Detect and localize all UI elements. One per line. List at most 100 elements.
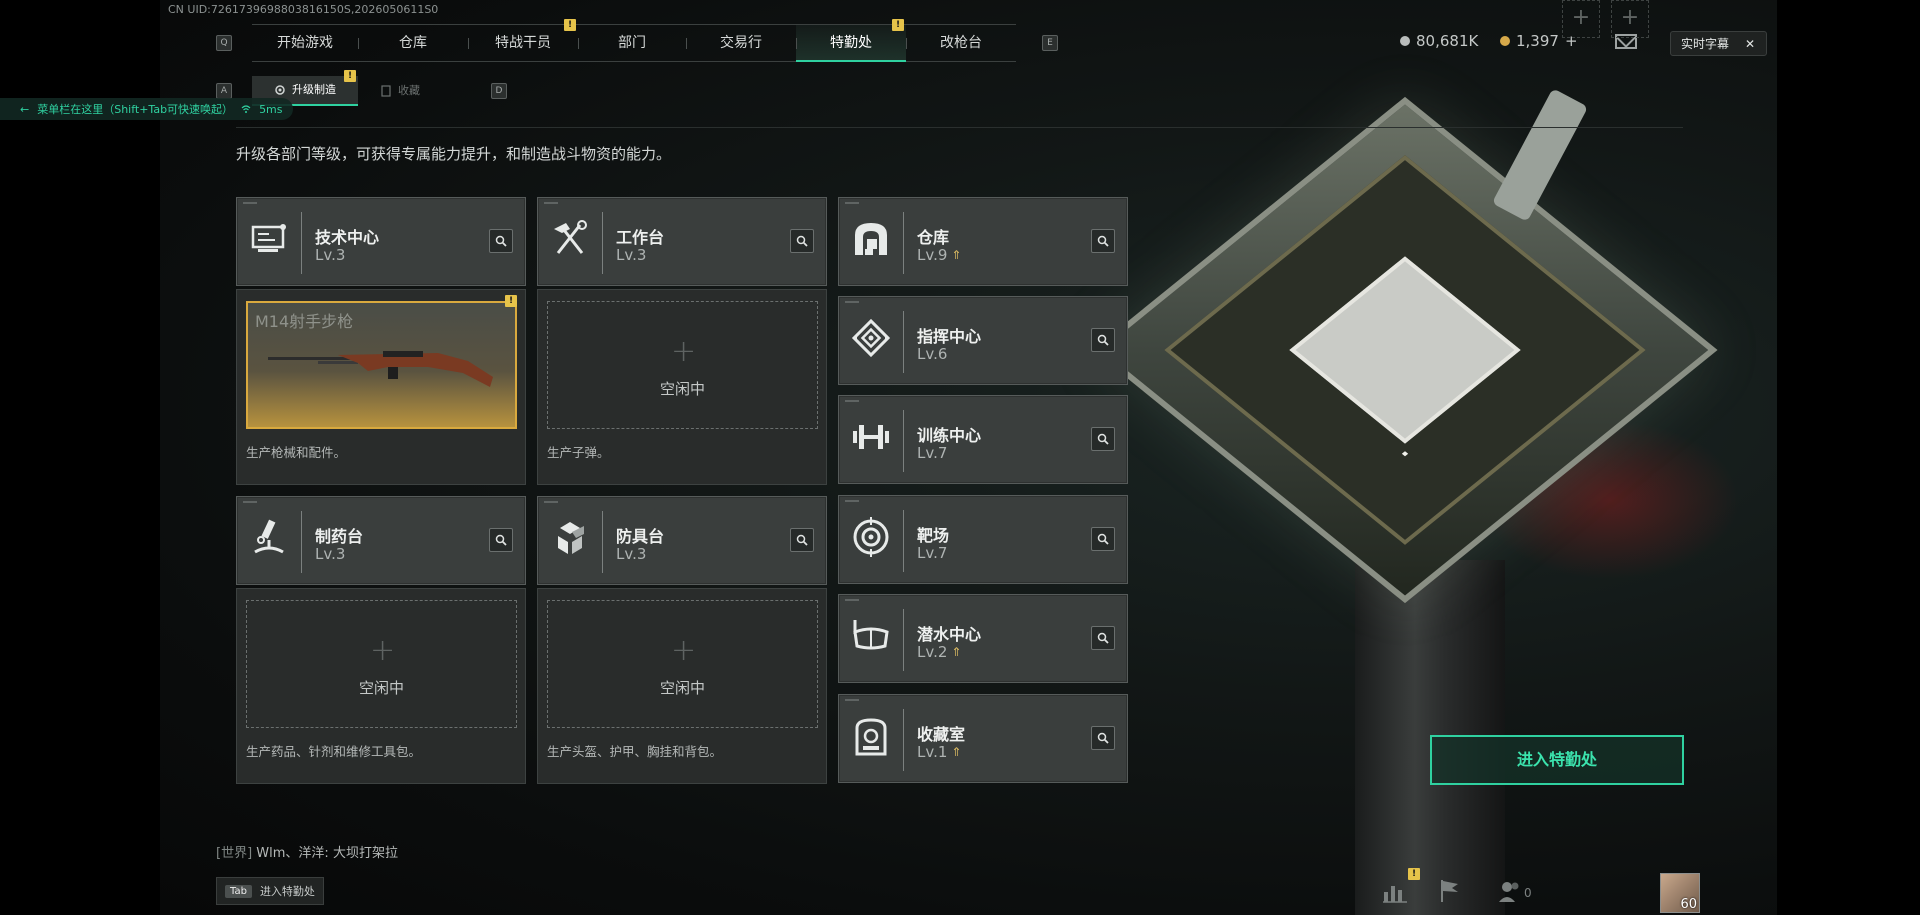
- production-panel-pharmacy[interactable]: + 空闲中 生产药品、针剂和维修工具包。: [236, 588, 526, 784]
- divider: [236, 127, 1683, 128]
- search-icon[interactable]: [1091, 328, 1115, 352]
- friends-icon[interactable]: [1497, 878, 1523, 904]
- tab-gunsmith[interactable]: 改枪台: [906, 25, 1016, 62]
- workshop-card-workbench[interactable]: 工作台 Lv.3: [537, 197, 827, 286]
- department-level: Lv.2 ⇑: [917, 643, 962, 661]
- coin-icon: [1400, 36, 1410, 46]
- subtab-collection[interactable]: 收藏: [358, 76, 442, 106]
- close-icon[interactable]: ✕: [1745, 37, 1755, 51]
- department-level: Lv.7: [917, 444, 948, 462]
- command-center-icon: [851, 318, 891, 358]
- production-slot-idle[interactable]: + 空闲中: [547, 301, 818, 429]
- add-slot-button[interactable]: +: [1562, 0, 1600, 38]
- rifle-icon: [268, 351, 493, 387]
- notif-badge-icon: !: [505, 295, 517, 307]
- storage-icon: [855, 223, 887, 255]
- production-slot-idle[interactable]: + 空闲中: [547, 600, 818, 728]
- production-slot-idle[interactable]: + 空闲中: [246, 600, 517, 728]
- workshop-card-armor-bench[interactable]: 防具台 Lv.3: [537, 496, 827, 585]
- page-description: 升级各部门等级，可获得专属能力提升，和制造战斗物资的能力。: [236, 145, 672, 163]
- department-level: Lv.7: [917, 544, 948, 562]
- department-card-storage[interactable]: 仓库 Lv.9 ⇑: [838, 197, 1128, 286]
- tab-key-icon: Tab: [225, 884, 252, 898]
- search-icon[interactable]: [1091, 527, 1115, 551]
- tab-trade[interactable]: 交易行: [686, 25, 796, 62]
- department-card-training-center[interactable]: 训练中心 Lv.7: [838, 395, 1128, 484]
- search-icon[interactable]: [1091, 229, 1115, 253]
- notif-badge-icon: !: [892, 19, 904, 31]
- department-name: 潜水中心: [917, 625, 982, 644]
- workshop-description: 生产子弹。: [547, 445, 610, 460]
- armor-bench-icon: [558, 522, 584, 554]
- workshop-name: 工作台: [616, 228, 665, 247]
- workshop-level: Lv.3: [616, 246, 647, 264]
- enter-special-ops-button[interactable]: 进入特勤处: [1430, 735, 1684, 785]
- tab-departments[interactable]: 部门: [578, 25, 686, 62]
- production-panel-armor-bench[interactable]: + 空闲中 生产头盔、护甲、胸挂和背包。: [537, 588, 827, 784]
- wifi-icon: [241, 105, 251, 113]
- production-slot-busy[interactable]: M14射手步枪 !: [246, 295, 517, 429]
- department-level: Lv.1 ⇑: [917, 743, 962, 761]
- flag-icon[interactable]: [1438, 878, 1462, 904]
- live-subtitle-button[interactable]: 实时字幕 ✕: [1670, 31, 1767, 56]
- search-icon[interactable]: [489, 528, 513, 552]
- friends-count: 0: [1524, 886, 1532, 900]
- workshop-level: Lv.3: [315, 545, 346, 563]
- arrow-left-icon: ←: [20, 102, 30, 116]
- workshop-name: 防具台: [616, 527, 665, 546]
- upgrade-arrow-icon: ⇑: [951, 248, 962, 262]
- department-card-command-center[interactable]: 指挥中心 Lv.6: [838, 296, 1128, 385]
- upgrade-arrow-icon: ⇑: [951, 645, 962, 659]
- search-icon[interactable]: [1091, 427, 1115, 451]
- tech-center-icon: [251, 224, 286, 252]
- department-card-collection-room[interactable]: 收藏室 Lv.1 ⇑: [838, 694, 1128, 783]
- search-icon[interactable]: [1091, 626, 1115, 650]
- department-card-shooting-range[interactable]: 靶场 Lv.7: [838, 495, 1128, 584]
- tab-key-hint[interactable]: Tab 进入特勤处: [216, 877, 324, 905]
- key-q-icon: Q: [216, 35, 232, 51]
- department-level: Lv.6: [917, 345, 948, 363]
- key-e-icon: E: [1042, 35, 1058, 51]
- tab-operators[interactable]: 特战干员!: [468, 19, 578, 62]
- player-uid: CN UID:7261739698803816150S,2026050611S0: [168, 3, 439, 16]
- department-card-diving-center[interactable]: 潜水中心 Lv.2 ⇑: [838, 594, 1128, 683]
- production-panel-tech-center[interactable]: M14射手步枪 ! 生产枪械和配件。: [236, 289, 526, 485]
- chat-channel: [世界]: [216, 846, 253, 861]
- top-tabs: 开始游戏 仓库 特战干员! 部门 交易行 特勤处! 改枪台: [252, 19, 1016, 62]
- player-avatar[interactable]: 60: [1660, 873, 1700, 913]
- chat-message[interactable]: [世界] Wlm、洋洋: 大坝打架拉: [216, 842, 398, 861]
- workshop-level: Lv.3: [616, 545, 647, 563]
- plus-icon: +: [671, 633, 697, 668]
- workshop-card-tech-center[interactable]: 技术中心 Lv.3: [236, 197, 526, 286]
- tab-special-ops[interactable]: 特勤处!: [796, 19, 906, 62]
- gear-icon: [275, 85, 285, 95]
- search-icon[interactable]: [489, 229, 513, 253]
- pharmacy-icon: [254, 519, 284, 554]
- premium-coin-icon: [1500, 36, 1510, 46]
- menu-hint-text: 菜单栏在这里（Shift+Tab可快速唤起）: [37, 103, 234, 116]
- search-icon[interactable]: [790, 229, 814, 253]
- collection-room-icon: [855, 718, 887, 756]
- workshop-description: 生产药品、针剂和维修工具包。: [246, 744, 422, 759]
- department-name: 靶场: [917, 526, 950, 545]
- tab-start-game[interactable]: 开始游戏: [252, 25, 358, 62]
- department-name: 指挥中心: [917, 327, 982, 346]
- ping-value: 5ms: [259, 102, 283, 116]
- add-slot-button[interactable]: +: [1611, 0, 1649, 38]
- training-center-icon: [853, 425, 889, 449]
- menu-hint-bar[interactable]: ← 菜单栏在这里（Shift+Tab可快速唤起） 5ms: [0, 98, 293, 120]
- diving-center-icon: [853, 620, 889, 650]
- department-level: Lv.9 ⇑: [917, 246, 962, 264]
- department-name: 仓库: [917, 228, 950, 247]
- search-icon[interactable]: [1091, 726, 1115, 750]
- workshop-card-pharmacy[interactable]: 制药台 Lv.3: [236, 496, 526, 585]
- chat-text: Wlm、洋洋: 大坝打架拉: [256, 846, 398, 861]
- notif-badge-icon: !: [1408, 868, 1420, 880]
- tab-warehouse[interactable]: 仓库: [358, 25, 468, 62]
- workbench-icon: [554, 220, 587, 254]
- shooting-range-icon: [853, 517, 889, 557]
- search-icon[interactable]: [790, 528, 814, 552]
- production-panel-workbench[interactable]: + 空闲中 生产子弹。: [537, 289, 827, 485]
- notif-badge-icon: !: [344, 70, 356, 82]
- stats-chart-icon[interactable]: [1382, 878, 1408, 904]
